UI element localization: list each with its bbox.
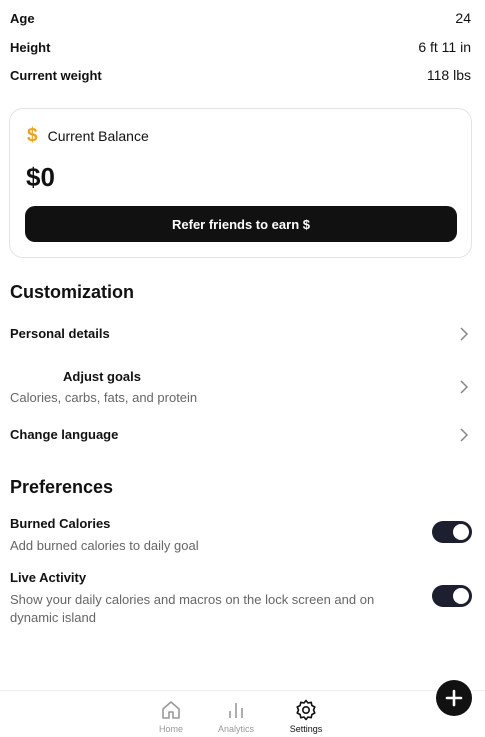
profile-row-age: Age 24 [10,8,471,28]
profile-row-height: Height 6 ft 11 in [10,37,471,57]
burned-calories-sub: Add burned calories to daily goal [10,538,199,553]
nav-item-analytics[interactable]: Analytics [206,699,266,734]
toggle-knob [453,524,469,540]
dollar-icon: $ [27,125,38,146]
gear-icon [296,699,316,721]
live-activity-label: Live Activity [10,570,87,585]
plus-icon [445,689,463,707]
toggle-knob [453,588,469,604]
adjust-goals-item[interactable]: Adjust goals Calories, carbs, fats, and … [10,369,469,405]
personal-details-item[interactable]: Personal details [10,326,469,341]
refer-friends-button[interactable]: Refer friends to earn $ [25,206,457,242]
profile-row-weight: Current weight 118 lbs [10,65,471,85]
live-activity-toggle[interactable] [432,585,472,607]
chevron-right-icon [460,326,469,341]
nav-label-settings: Settings [289,724,323,734]
burned-calories-label: Burned Calories [10,516,111,531]
customization-title: Customization [10,282,134,302]
profile-label-age: Age [10,10,35,26]
change-language-label: Change language [10,427,119,442]
burned-calories-toggle[interactable] [432,521,472,543]
personal-details-label: Personal details [10,326,110,341]
burned-calories-item: Burned Calories Add burned calories to d… [10,516,472,555]
nav-item-settings[interactable]: Settings [276,699,336,734]
chevron-right-icon [460,380,469,394]
bottom-nav: Home Analytics Settings [0,690,485,737]
balance-card: $ Current Balance $0 Refer friends to ea… [9,108,472,258]
profile-label-height: Height [10,39,51,55]
nav-label-home: Home [158,724,183,734]
nav-label-analytics: Analytics [217,724,254,734]
balance-title: Current Balance [47,127,149,144]
profile-value-height: 6 ft 11 in [418,39,471,55]
balance-header: $ Current Balance [27,126,149,145]
adjust-goals-label: Adjust goals [63,369,142,384]
live-activity-sub: Show your daily calories and macros on t… [10,592,375,625]
home-icon [162,701,180,719]
chevron-right-icon [460,427,469,442]
adjust-goals-sub: Calories, carbs, fats, and protein [10,390,198,405]
profile-value-weight: 118 lbs [426,67,471,83]
nav-item-home[interactable]: Home [141,699,201,734]
balance-amount: $0 [26,162,55,192]
live-activity-item: Live Activity Show your daily calories a… [10,570,472,627]
add-button[interactable] [436,680,472,716]
profile-value-age: 24 [455,10,471,26]
profile-label-weight: Current weight [10,67,102,83]
change-language-item[interactable]: Change language [10,427,469,442]
preferences-title: Preferences [10,477,114,497]
analytics-icon [229,703,243,718]
